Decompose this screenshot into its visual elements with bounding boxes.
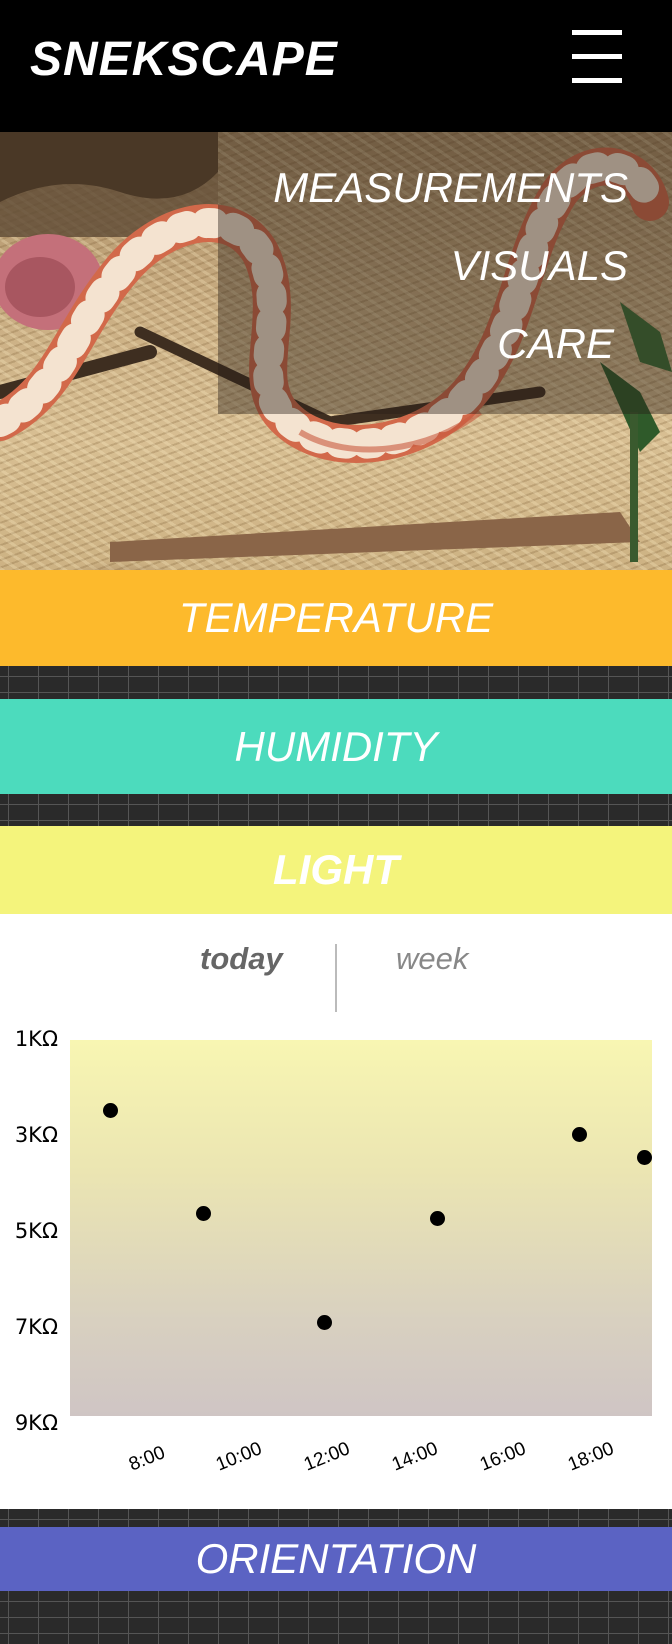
scatter-point[interactable] <box>571 1126 587 1142</box>
toggle-divider <box>335 944 337 1012</box>
y-tick-label: 7KΩ <box>14 1315 58 1339</box>
grid-divider <box>0 794 672 826</box>
section-humidity[interactable]: HUMIDITY <box>0 699 672 794</box>
hero-image-corn-snake: MEASUREMENTS VISUALS CARE <box>0 132 672 570</box>
toggle-week[interactable]: week <box>396 914 468 1004</box>
nav-item-measurements[interactable]: MEASUREMENTS <box>273 164 628 212</box>
grid-divider <box>0 666 672 699</box>
section-light[interactable]: LIGHT <box>0 826 672 914</box>
nav-menu-overlay: MEASUREMENTS VISUALS CARE <box>218 132 672 414</box>
x-tick-label: 12:00 <box>301 1438 353 1476</box>
menu-bar-middle <box>572 54 622 59</box>
nav-item-visuals[interactable]: VISUALS <box>451 242 628 290</box>
scatter-point[interactable] <box>636 1150 652 1165</box>
y-tick-label: 9KΩ <box>14 1411 58 1435</box>
grid-divider <box>0 1591 672 1644</box>
toggle-today[interactable]: today <box>200 914 283 1004</box>
scatter-point[interactable] <box>195 1206 211 1222</box>
y-tick-label: 1KΩ <box>14 1027 58 1051</box>
x-tick-label: 8:00 <box>126 1442 169 1476</box>
section-orientation[interactable]: ORIENTATION <box>0 1527 672 1591</box>
scatter-point[interactable] <box>317 1314 333 1330</box>
light-chart-panel: today week 1KΩ 3KΩ 5KΩ 7KΩ 9KΩ 8:00 10:0… <box>0 914 672 1509</box>
light-scatter-plot <box>70 1040 652 1416</box>
nav-item-care[interactable]: CARE <box>497 320 614 368</box>
section-temperature[interactable]: TEMPERATURE <box>0 570 672 666</box>
grid-divider <box>0 1509 672 1527</box>
x-tick-label: 14:00 <box>389 1438 441 1476</box>
x-tick-label: 18:00 <box>565 1438 617 1476</box>
x-tick-label: 10:00 <box>213 1438 265 1476</box>
menu-bar-top <box>572 30 622 35</box>
scatter-point[interactable] <box>102 1103 118 1118</box>
hamburger-menu-icon[interactable] <box>566 30 626 90</box>
app-title[interactable]: SNEKSCAPE <box>30 30 338 90</box>
y-tick-label: 3KΩ <box>14 1123 58 1147</box>
y-tick-label: 5KΩ <box>14 1219 58 1243</box>
x-tick-label: 16:00 <box>477 1438 529 1476</box>
app-header: SNEKSCAPE <box>0 0 672 132</box>
menu-bar-bottom <box>572 78 622 83</box>
scatter-point[interactable] <box>430 1211 446 1227</box>
